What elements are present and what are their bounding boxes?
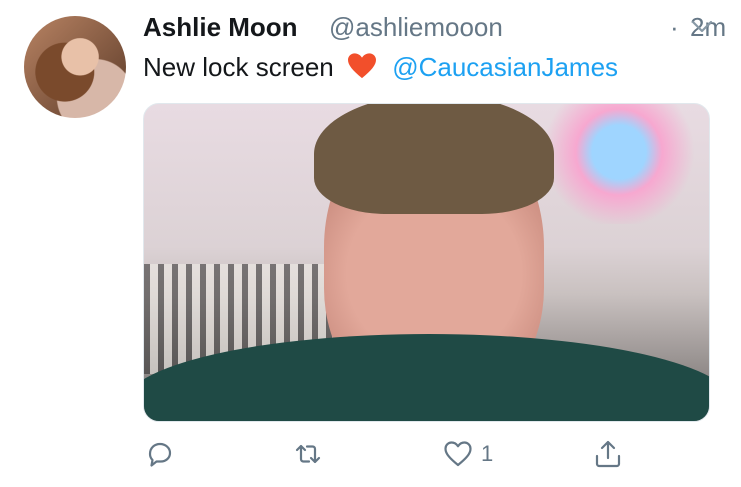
- red-heart-emoji-icon: [347, 53, 376, 79]
- mention-link[interactable]: @CaucasianJames: [392, 52, 618, 82]
- retweet-icon: [295, 444, 321, 464]
- tweet-media-photo[interactable]: [143, 103, 710, 422]
- header-separator: ·: [670, 12, 679, 42]
- heart-icon: [444, 441, 472, 467]
- share-button[interactable]: [591, 436, 625, 472]
- like-count: 1: [481, 441, 494, 466]
- author-name[interactable]: Ashlie Moon: [143, 12, 298, 43]
- share-icon: [595, 440, 621, 468]
- reply-button[interactable]: [143, 436, 177, 472]
- author-handle[interactable]: @ashliemooon: [329, 12, 503, 43]
- author-avatar[interactable]: [24, 16, 126, 118]
- tweet-text: New lock screen @CaucasianJames: [143, 52, 618, 83]
- tweet-header: Ashlie Moon @ashliemooon · 2m: [143, 12, 726, 52]
- tweet-body: New lock screen: [143, 52, 334, 82]
- retweet-button[interactable]: [291, 436, 325, 472]
- tweet-actions: 1: [143, 436, 708, 476]
- like-button[interactable]: 1: [441, 436, 493, 472]
- chevron-down-icon[interactable]: [691, 20, 713, 34]
- photo-hair: [314, 104, 554, 214]
- reply-icon: [148, 442, 172, 467]
- photo-neon-light: [539, 104, 699, 224]
